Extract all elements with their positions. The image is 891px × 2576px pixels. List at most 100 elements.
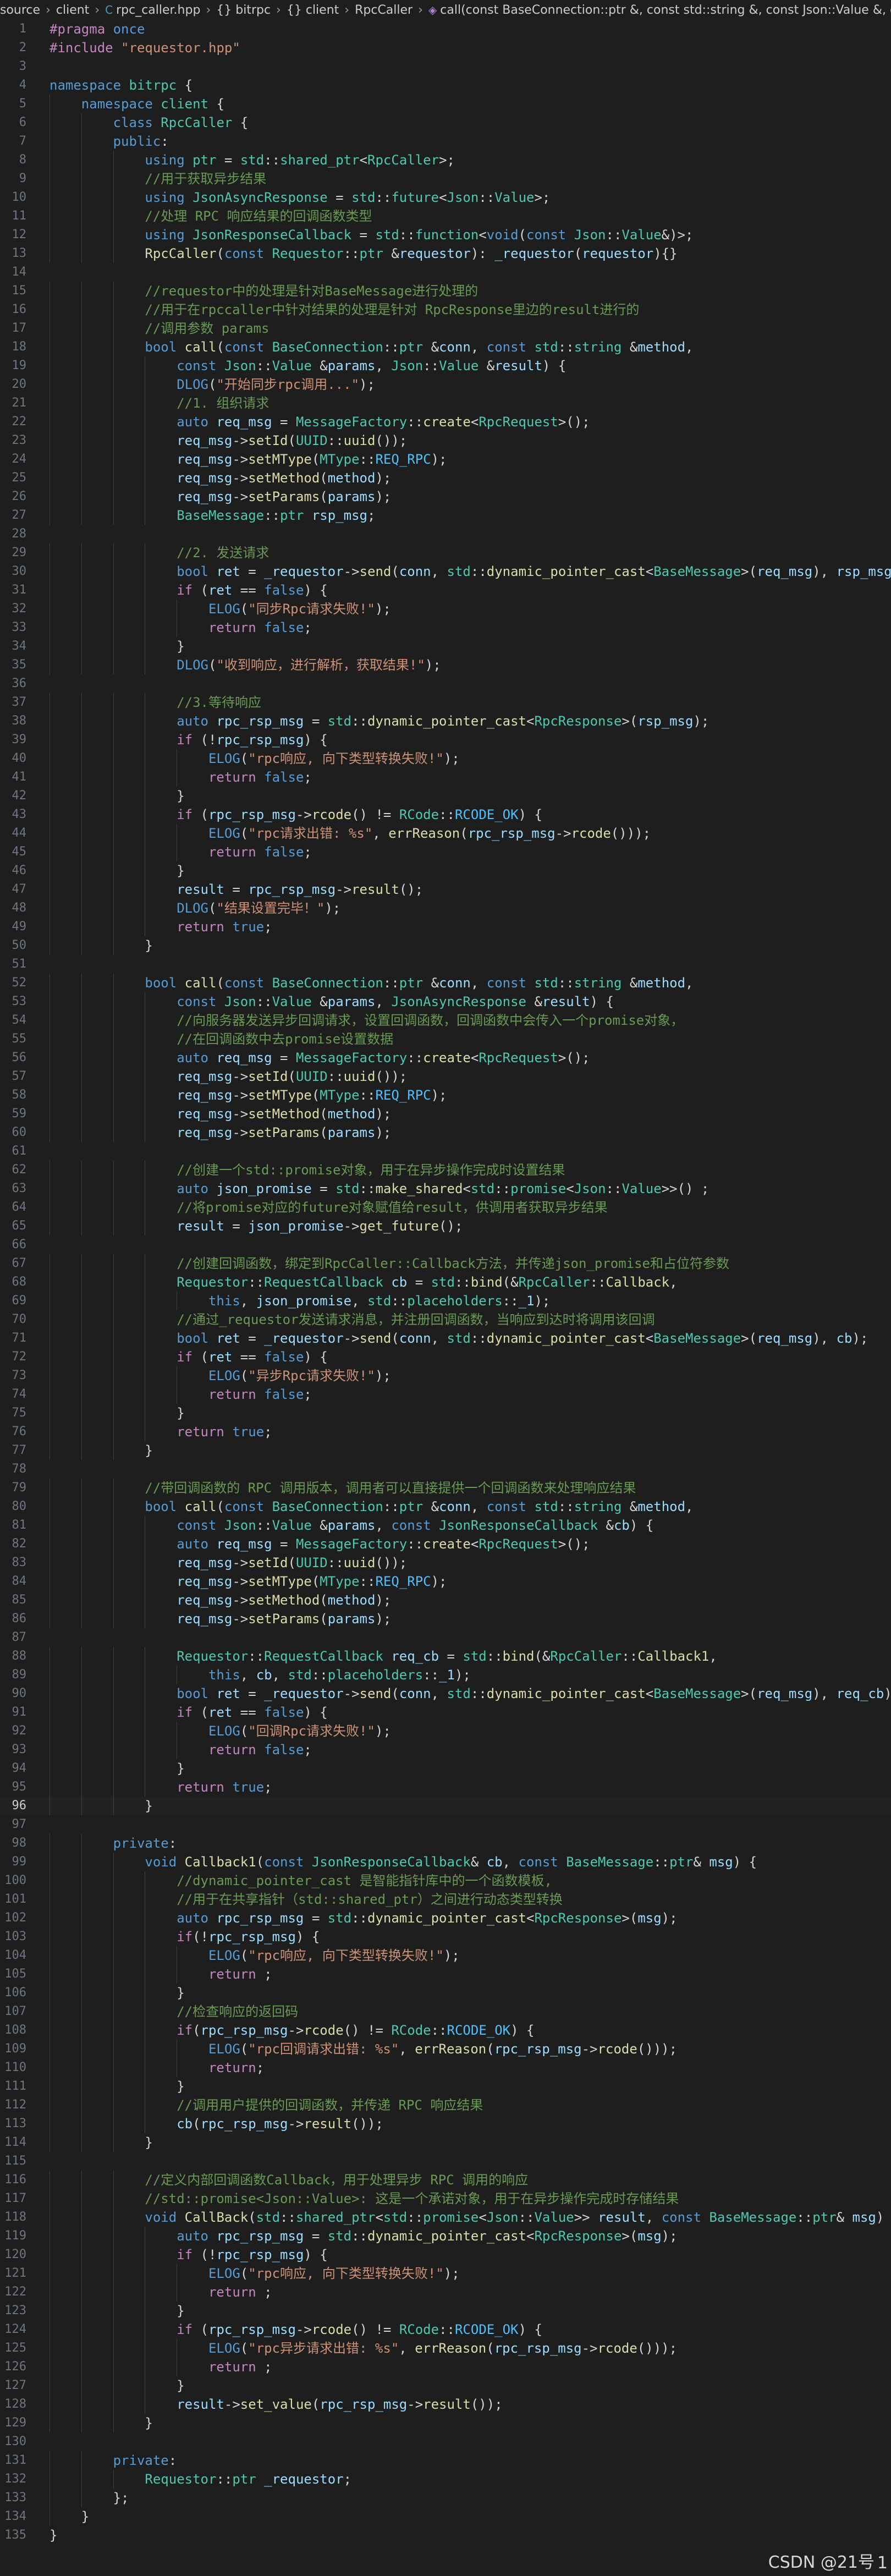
code-line[interactable]: 33 return false; [0, 618, 891, 637]
code-line[interactable]: 16 //用于在rpccaller中针对结果的处理是针对 RpcResponse… [0, 300, 891, 319]
code-line[interactable]: 4 namespace bitrpc { [0, 76, 891, 95]
code-line[interactable]: 113 cb(rpc_rsp_msg->result()); [0, 2114, 891, 2133]
breadcrumb-item[interactable]: client [56, 3, 89, 17]
code-line[interactable]: 69 this, json_promise, std::placeholders… [0, 1292, 891, 1310]
code-line[interactable]: 112 //调用用户提供的回调函数，并传递 RPC 响应结果 [0, 2096, 891, 2114]
code-line[interactable]: 110 return; [0, 2058, 891, 2077]
code-line[interactable]: 24 req_msg->setMType(MType::REQ_RPC); [0, 450, 891, 469]
code-line[interactable]: 76 return true; [0, 1422, 891, 1441]
code-line[interactable]: 54 //向服务器发送异步回调请求，设置回调函数，回调函数中会传入一个promi… [0, 1011, 891, 1030]
code-line[interactable]: 55 //在回调函数中去promise设置数据 [0, 1030, 891, 1048]
code-line[interactable]: 67 //创建回调函数，绑定到RpcCaller::Callback方法，并传递… [0, 1254, 891, 1273]
code-line[interactable]: 5 namespace client { [0, 95, 891, 113]
code-line[interactable]: 104 ELOG("rpc响应, 向下类型转换失败!"); [0, 1946, 891, 1965]
code-line[interactable]: 131 private: [0, 2451, 891, 2470]
code-line[interactable]: 87 [0, 1628, 891, 1647]
code-line[interactable]: 107 //检查响应的返回码 [0, 2002, 891, 2021]
code-line[interactable]: 59 req_msg->setMethod(method); [0, 1105, 891, 1123]
code-line[interactable]: 66 [0, 1235, 891, 1254]
code-line[interactable]: 36 [0, 674, 891, 693]
code-line[interactable]: 75 } [0, 1404, 891, 1422]
code-line[interactable]: 34 } [0, 637, 891, 656]
code-line[interactable]: 68 Requestor::RequestCallback cb = std::… [0, 1273, 891, 1292]
code-line[interactable]: 10 using JsonAsyncResponse = std::future… [0, 188, 891, 207]
code-line[interactable]: 109 ELOG("rpc回调请求出错: %s", errReason(rpc_… [0, 2040, 891, 2058]
code-line[interactable]: 99 void Callback1(const JsonResponseCall… [0, 1853, 891, 1871]
code-line[interactable]: 39 if (!rpc_rsp_msg) { [0, 730, 891, 749]
code-line[interactable]: 70 //通过_requestor发送请求消息，并注册回调函数，当响应到达时将调… [0, 1310, 891, 1329]
code-line[interactable]: 127 } [0, 2376, 891, 2395]
code-line[interactable]: 7 public: [0, 132, 891, 151]
code-line[interactable]: 80 bool call(const BaseConnection::ptr &… [0, 1497, 891, 1516]
code-line[interactable]: 108 if(rpc_rsp_msg->rcode() != RCode::RC… [0, 2021, 891, 2040]
code-line[interactable]: 9 //用于获取异步结果 [0, 169, 891, 188]
code-line[interactable]: 119 auto rpc_rsp_msg = std::dynamic_poin… [0, 2227, 891, 2245]
code-line[interactable]: 73 ELOG("异步Rpc请求失败!"); [0, 1366, 891, 1385]
code-line[interactable]: 83 req_msg->setId(UUID::uuid()); [0, 1553, 891, 1572]
code-line[interactable]: 90 bool ret = _requestor->send(conn, std… [0, 1684, 891, 1703]
code-line[interactable]: 89 this, cb, std::placeholders::_1); [0, 1666, 891, 1684]
code-line[interactable]: 92 ELOG("回调Rpc请求失败!"); [0, 1722, 891, 1740]
code-line[interactable]: 29 //2. 发送请求 [0, 543, 891, 562]
code-line[interactable]: 72 if (ret == false) { [0, 1348, 891, 1366]
code-line[interactable]: 26 req_msg->setParams(params); [0, 487, 891, 506]
code-line[interactable]: 132 Requestor::ptr _requestor; [0, 2470, 891, 2489]
code-editor[interactable]: 1 #pragma once 2 #include "requestor.hpp" 3 4… [0, 20, 891, 2576]
code-line[interactable]: 49 return true; [0, 918, 891, 936]
code-line[interactable]: 11 //处理 RPC 响应结果的回调函数类型 [0, 207, 891, 226]
code-line[interactable]: 115 [0, 2152, 891, 2171]
code-line[interactable]: 93 return false; [0, 1740, 891, 1759]
code-line[interactable]: 81 const Json::Value &params, const Json… [0, 1516, 891, 1535]
code-line[interactable]: 41 return false; [0, 768, 891, 787]
code-line[interactable]: 123 } [0, 2302, 891, 2320]
code-line[interactable]: 65 result = json_promise->get_future(); [0, 1217, 891, 1235]
code-line[interactable]: 106 } [0, 1984, 891, 2002]
code-line[interactable]: 51 [0, 955, 891, 974]
code-line[interactable]: 117 //std::promise<Json::Value>: 这是一个承诺对… [0, 2189, 891, 2208]
code-line[interactable]: 27 BaseMessage::ptr rsp_msg; [0, 506, 891, 525]
code-line[interactable]: 22 auto req_msg = MessageFactory::create… [0, 413, 891, 431]
code-line[interactable]: 46 } [0, 861, 891, 880]
code-line[interactable]: 71 bool ret = _requestor->send(conn, std… [0, 1329, 891, 1348]
code-line[interactable]: 1 #pragma once [0, 20, 891, 39]
code-line[interactable]: 98 private: [0, 1834, 891, 1853]
code-line[interactable]: 96 } [0, 1797, 891, 1815]
breadcrumb-item[interactable]: {} bitrpc [216, 3, 271, 17]
code-line[interactable]: 6 class RpcCaller { [0, 113, 891, 132]
code-line[interactable]: 28 [0, 525, 891, 543]
code-line[interactable]: 42 } [0, 787, 891, 805]
code-line[interactable]: 91 if (ret == false) { [0, 1703, 891, 1722]
code-line[interactable]: 30 bool ret = _requestor->send(conn, std… [0, 562, 891, 581]
breadcrumb-item[interactable]: Crpc_caller.hpp [105, 3, 200, 17]
code-line[interactable]: 2 #include "requestor.hpp" [0, 39, 891, 57]
code-line[interactable]: 102 auto rpc_rsp_msg = std::dynamic_poin… [0, 1909, 891, 1927]
code-line[interactable]: 31 if (ret == false) { [0, 581, 891, 600]
code-line[interactable]: 74 return false; [0, 1385, 891, 1404]
code-line[interactable]: 77 } [0, 1441, 891, 1460]
code-line[interactable]: 8 using ptr = std::shared_ptr<RpcCaller>… [0, 151, 891, 169]
code-line[interactable]: 58 req_msg->setMType(MType::REQ_RPC); [0, 1086, 891, 1105]
code-line[interactable]: 78 [0, 1460, 891, 1479]
code-line[interactable]: 105 return ; [0, 1965, 891, 1984]
code-line[interactable]: 53 const Json::Value &params, JsonAsyncR… [0, 992, 891, 1011]
breadcrumb-item[interactable]: ◈ call(const BaseConnection::ptr &, const… [428, 3, 891, 17]
code-line[interactable]: 57 req_msg->setId(UUID::uuid()); [0, 1067, 891, 1086]
code-line[interactable]: 128 result->set_value(rpc_rsp_msg->resul… [0, 2395, 891, 2414]
code-line[interactable]: 97 [0, 1815, 891, 1834]
code-line[interactable]: 21 //1. 组织请求 [0, 394, 891, 413]
code-line[interactable]: 114 } [0, 2133, 891, 2152]
code-line[interactable]: 43 if (rpc_rsp_msg->rcode() != RCode::RC… [0, 805, 891, 824]
code-line[interactable]: 84 req_msg->setMType(MType::REQ_RPC); [0, 1572, 891, 1591]
code-line[interactable]: 101 //用于在共享指针（std::shared_ptr）之间进行动态类型转换 [0, 1890, 891, 1909]
breadcrumb-item[interactable]: source [0, 3, 40, 17]
code-line[interactable]: 17 //调用参数 params [0, 319, 891, 338]
code-line[interactable]: 63 auto json_promise = std::make_shared<… [0, 1179, 891, 1198]
code-line[interactable]: 20 DLOG("开始同步rpc调用..."); [0, 375, 891, 394]
code-line[interactable]: 15 //requestor中的处理是针对BaseMessage进行处理的 [0, 282, 891, 300]
code-line[interactable]: 82 auto req_msg = MessageFactory::create… [0, 1535, 891, 1553]
code-line[interactable]: 130 [0, 2432, 891, 2451]
code-line[interactable]: 38 auto rpc_rsp_msg = std::dynamic_point… [0, 712, 891, 730]
code-line[interactable]: 124 if (rpc_rsp_msg->rcode() != RCode::R… [0, 2320, 891, 2339]
code-line[interactable]: 56 auto req_msg = MessageFactory::create… [0, 1048, 891, 1067]
code-line[interactable]: 61 [0, 1142, 891, 1161]
